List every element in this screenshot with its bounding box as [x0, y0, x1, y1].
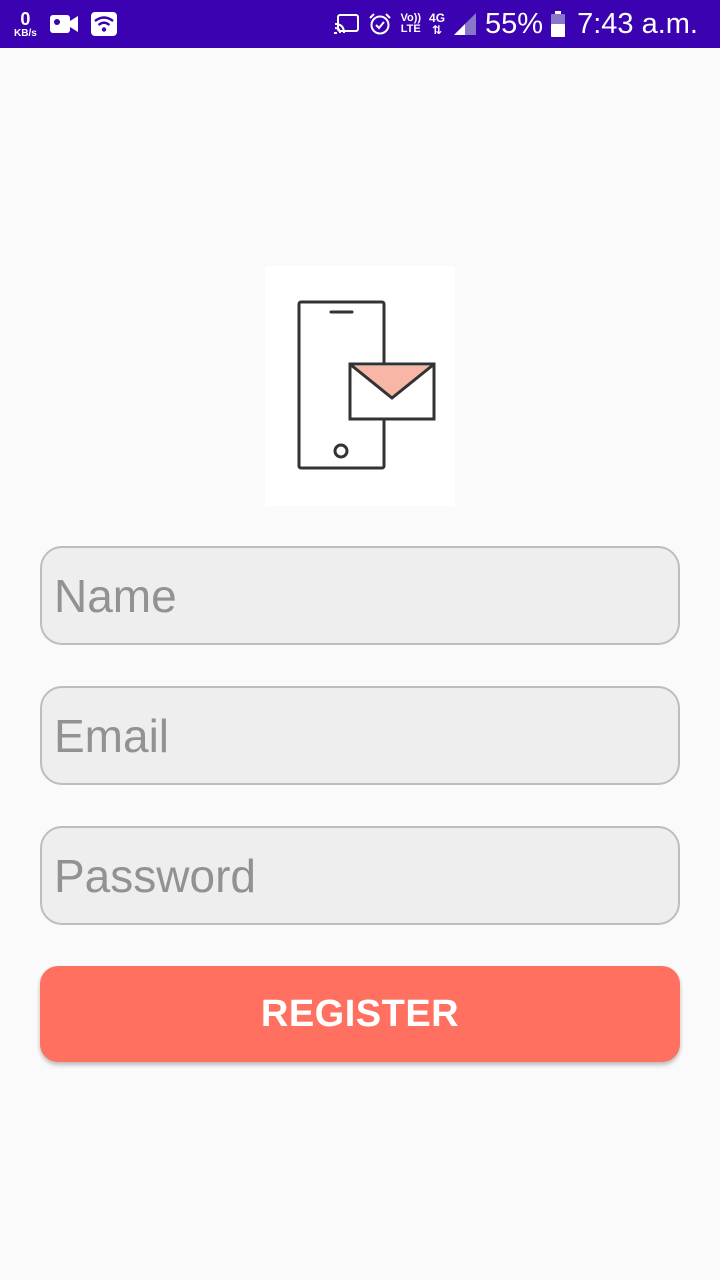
name-field[interactable] — [40, 546, 680, 645]
phone-envelope-icon — [297, 300, 436, 470]
register-button[interactable]: REGISTER — [40, 966, 680, 1062]
status-bar-right: Vo)) LTE 4G ⇅ 55% 7:43 a.m. — [334, 0, 698, 48]
video-camera-icon — [49, 13, 79, 35]
clock-time: 7:43 a.m. — [577, 7, 698, 40]
network-speed-unit: KB/s — [14, 27, 37, 39]
signal-icon — [453, 12, 477, 36]
network-type-indicator: 4G ⇅ — [429, 12, 445, 36]
password-field[interactable] — [40, 826, 680, 925]
status-bar-left: 0 KB/s — [14, 0, 117, 48]
status-bar: 0 KB/s Vo)) LTE 4G ⇅ 55% 7:43 a.m. — [0, 0, 720, 48]
volte-indicator: Vo)) LTE — [400, 13, 421, 35]
network-arrows-icon: ⇅ — [432, 23, 443, 37]
alarm-icon — [368, 12, 392, 36]
email-field[interactable] — [40, 686, 680, 785]
network-speed-indicator: 0 KB/s — [14, 10, 37, 39]
app-logo — [265, 266, 455, 506]
password-input[interactable] — [42, 828, 678, 923]
cast-icon — [334, 13, 360, 35]
battery-icon — [551, 11, 566, 37]
volte-bottom-label: LTE — [400, 23, 421, 35]
battery-percent: 55% — [485, 7, 544, 40]
name-input[interactable] — [42, 548, 678, 643]
wifi-icon — [90, 12, 117, 36]
network-speed-value: 0 — [20, 8, 31, 29]
email-input[interactable] — [42, 688, 678, 783]
